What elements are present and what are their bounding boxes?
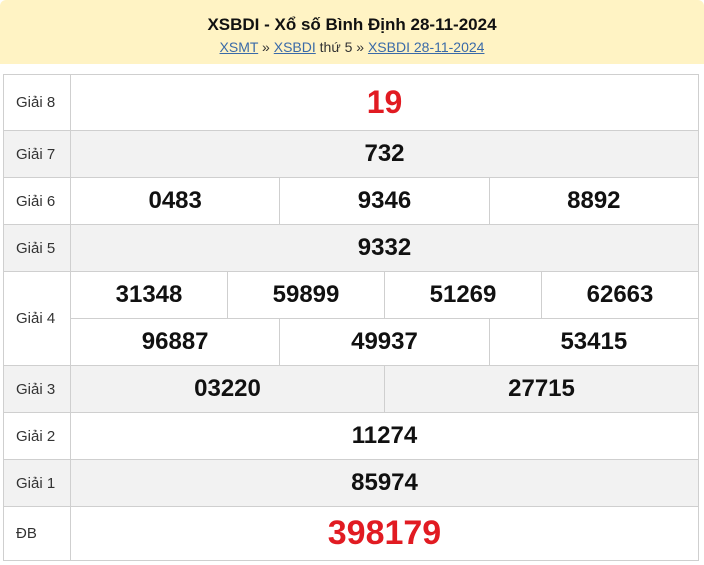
prize-number: 85974: [70, 459, 699, 507]
prize-number: 8892: [488, 178, 698, 224]
prize-row-g2: Giải 2 11274: [3, 412, 699, 460]
breadcrumb-separator: »: [258, 39, 274, 55]
prize-label: Giải 7: [3, 130, 71, 178]
breadcrumb-link-xsmt[interactable]: XSMT: [220, 39, 259, 55]
prize-label: Giải 4: [3, 271, 71, 366]
prize-row-special: ĐB 398179: [3, 506, 699, 561]
breadcrumb-separator: »: [352, 39, 368, 55]
prize-number: 732: [70, 130, 699, 178]
prize-label: Giải 8: [3, 74, 71, 131]
prize-number: 27715: [384, 366, 698, 412]
prize-row-g1: Giải 1 85974: [3, 459, 699, 507]
results-header: XSBDI - Xổ số Bình Định 28-11-2024 XSMT …: [0, 0, 704, 64]
prize-label: Giải 1: [3, 459, 71, 507]
breadcrumb-weekday: thứ 5: [315, 39, 353, 55]
prize-row-g4: Giải 4 31348 59899 51269 62663 96887 499…: [3, 271, 699, 366]
prize-label: Giải 6: [3, 177, 71, 225]
results-table: Giải 8 19 Giải 7 732 Giải 6 0483 9346 88…: [3, 74, 699, 561]
page-title: XSBDI - Xổ số Bình Định 28-11-2024: [207, 15, 497, 34]
prize-number: 59899: [227, 272, 384, 318]
special-prize-number: 398179: [70, 506, 699, 561]
prize-number: 49937: [279, 319, 488, 365]
prize-number: 19: [70, 74, 699, 131]
prize-number: 53415: [488, 319, 698, 365]
prize-row-g7: Giải 7 732: [3, 130, 699, 178]
prize-number: 62663: [541, 272, 698, 318]
breadcrumb-link-xsbdi-date[interactable]: XSBDI 28-11-2024: [368, 39, 484, 55]
prize-row-g6: Giải 6 0483 9346 8892: [3, 177, 699, 225]
prize-number: 51269: [384, 272, 541, 318]
prize-row-g3: Giải 3 03220 27715: [3, 365, 699, 413]
prize-label: Giải 5: [3, 224, 71, 272]
prize-number: 0483: [148, 187, 202, 214]
prize-label: ĐB: [3, 506, 71, 561]
prize-number: 9332: [70, 224, 699, 272]
prize-row-g8: Giải 8 19: [3, 74, 699, 131]
prize-number: 11274: [70, 412, 699, 460]
prize-number: 31348: [115, 281, 183, 308]
breadcrumb-link-xsbdi[interactable]: XSBDI: [274, 39, 316, 55]
prize-number: 96887: [141, 328, 209, 355]
prize-label: Giải 2: [3, 412, 71, 460]
prize-row-g5: Giải 5 9332: [3, 224, 699, 272]
prize-number: 9346: [279, 178, 488, 224]
prize-number: 03220: [194, 375, 261, 402]
breadcrumb: XSMT » XSBDI thứ 5 » XSBDI 28-11-2024: [0, 39, 704, 55]
prize-label: Giải 3: [3, 365, 71, 413]
